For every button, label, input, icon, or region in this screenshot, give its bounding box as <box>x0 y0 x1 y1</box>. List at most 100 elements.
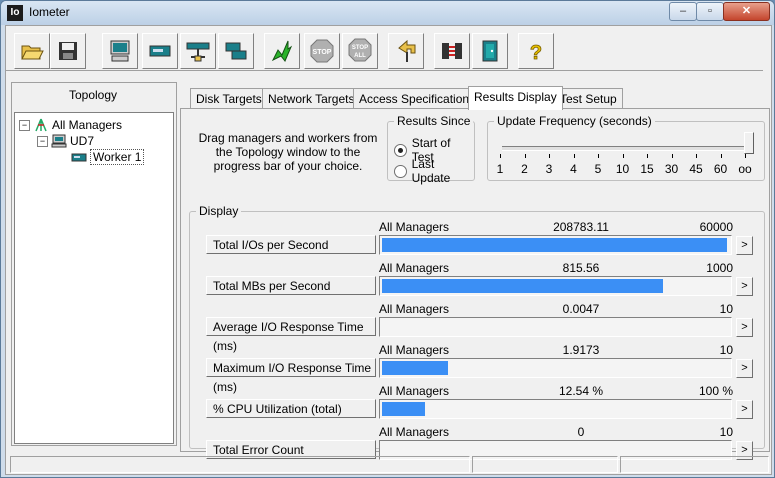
open-config-button[interactable] <box>14 33 50 69</box>
metric-menu-arrow-button[interactable]: > <box>736 318 753 337</box>
slider-tick <box>598 154 599 158</box>
metric-value: 0.0047 <box>562 302 600 316</box>
start-display-manager-icon <box>110 40 130 62</box>
status-bar <box>6 454 771 474</box>
metric-menu-arrow-button[interactable]: > <box>736 277 753 296</box>
exit-icon <box>482 40 498 62</box>
status-cell-main <box>10 456 470 473</box>
about-icon: ? <box>529 42 542 64</box>
stop-all-icon: STOP ALL <box>348 38 372 62</box>
tab-test-setup[interactable]: Test Setup <box>554 88 623 109</box>
duplicate-worker-button[interactable] <box>218 33 254 69</box>
slider-tick <box>696 154 697 158</box>
metric-progress-bar[interactable] <box>379 235 732 255</box>
svg-text:STOP: STOP <box>352 45 368 51</box>
results-display-panel: Drag managers and workers from the Topol… <box>180 108 770 460</box>
tree-item-manager[interactable]: − UD7 <box>37 133 94 149</box>
metric-progress-fill <box>382 279 663 293</box>
window-title: Iometer <box>29 5 70 19</box>
tree-item-label: UD7 <box>70 134 95 148</box>
save-config-button[interactable] <box>50 33 86 69</box>
slider-tick <box>524 154 526 158</box>
metric-value: 0 <box>577 425 585 439</box>
stop-all-button[interactable]: STOP ALL <box>342 33 378 69</box>
disconnect-managers-button[interactable] <box>434 33 470 69</box>
update-frequency-title: Update Frequency (seconds) <box>494 114 655 128</box>
disconnect-managers-icon <box>442 43 462 59</box>
radio-last-update[interactable]: Last Update <box>394 157 474 185</box>
status-cell-middle <box>472 456 618 473</box>
slider-tick <box>622 154 624 158</box>
maximize-button[interactable]: ▫ <box>696 2 724 21</box>
iometer-window: Io Iometer – ▫ ✕ STOP STOP ALL ? Topolog… <box>0 0 775 478</box>
metric-select-button[interactable]: Maximum I/O Response Time (ms) <box>206 358 376 394</box>
slider-tick <box>671 154 673 158</box>
metric-menu-arrow-button[interactable]: > <box>736 236 753 255</box>
about-button[interactable]: ? <box>518 33 554 69</box>
metric-header: All Managers 815.56 1000 <box>379 261 733 275</box>
metric-select-button[interactable]: % CPU Utilization (total) <box>206 399 376 418</box>
slider-tick <box>745 154 746 158</box>
tab-control: Disk Targets Network Targets Access Spec… <box>180 86 770 460</box>
metric-source: All Managers <box>379 384 450 398</box>
metric-progress-bar[interactable] <box>379 358 732 378</box>
stop-button[interactable]: STOP <box>304 33 340 69</box>
metric-progress-bar[interactable] <box>379 317 732 337</box>
metric-max: 10 <box>719 302 733 316</box>
metric-menu-arrow-button[interactable]: > <box>736 400 753 419</box>
slider-tick <box>500 154 501 158</box>
slider-tick <box>720 154 722 158</box>
metric-max: 60000 <box>699 220 733 234</box>
metric-progress-fill <box>382 361 448 375</box>
metric-source: All Managers <box>379 425 450 439</box>
metric-progress-bar[interactable] <box>379 399 732 419</box>
radio-indicator[interactable] <box>394 143 407 157</box>
metric-select-button[interactable]: Total I/Os per Second <box>206 235 376 254</box>
tab-results-display[interactable]: Results Display <box>468 86 563 110</box>
close-button[interactable]: ✕ <box>723 2 770 21</box>
drag-instructions: Drag managers and workers from the Topol… <box>198 131 378 173</box>
tab-access-specifications[interactable]: Access Specifications <box>353 88 482 109</box>
new-disk-worker-icon <box>149 45 171 57</box>
radio-indicator[interactable] <box>394 164 407 178</box>
update-frequency-slider-track[interactable] <box>502 146 750 151</box>
about-icon-text: ? <box>530 42 542 64</box>
metric-select-button[interactable]: Average I/O Response Time (ms) <box>206 317 376 353</box>
reset-workers-icon <box>398 39 416 62</box>
display-group: Display All Managers 208783.11 60000 Total … <box>189 204 765 460</box>
new-disk-worker-button[interactable] <box>142 33 178 69</box>
collapse-toggle[interactable]: − <box>19 119 30 131</box>
slider-tick-label: oo <box>738 162 752 176</box>
update-frequency-slider-thumb[interactable] <box>744 132 754 154</box>
metric-source: All Managers <box>379 220 450 234</box>
minimize-button[interactable]: – <box>669 2 697 21</box>
topology-label: Topology <box>68 88 118 102</box>
metric-header: All Managers 12.54 % 100 % <box>379 384 733 398</box>
metric-header: All Managers 0.0047 10 <box>379 302 733 316</box>
new-network-worker-button[interactable] <box>180 33 216 69</box>
stop-icon: STOP <box>310 39 334 63</box>
topology-tree[interactable]: − All Managers − UD7 Worker 1 <box>14 112 174 444</box>
tree-item-all-managers[interactable]: − All Managers <box>19 117 122 133</box>
manager-computer-icon <box>51 134 67 148</box>
metric-select-button[interactable]: Total MBs per Second <box>206 276 376 295</box>
metric-menu-arrow-button[interactable]: > <box>736 359 753 378</box>
update-frequency-group: Update Frequency (seconds) 1 2 3 4 5 10 15 30 45… <box>487 114 765 181</box>
metric-value: 208783.11 <box>553 220 609 234</box>
metric-max: 10 <box>719 343 733 357</box>
metric-value: 1.9173 <box>562 343 600 357</box>
metric-progress-bar[interactable] <box>379 276 732 296</box>
tree-item-worker[interactable]: Worker 1 <box>71 149 145 165</box>
tab-network-targets[interactable]: Network Targets <box>262 88 361 109</box>
slider-tick <box>573 154 575 158</box>
metric-progress-fill <box>382 238 727 252</box>
title-bar[interactable]: Io Iometer – ▫ ✕ <box>1 1 774 25</box>
exit-button[interactable] <box>472 33 508 69</box>
toolbar: STOP STOP ALL ? <box>10 30 767 70</box>
metric-value: 12.54 % <box>558 384 604 398</box>
start-display-manager-button[interactable] <box>102 33 138 69</box>
reset-workers-button[interactable] <box>388 33 424 69</box>
tab-disk-targets[interactable]: Disk Targets <box>190 88 268 109</box>
collapse-toggle[interactable]: − <box>37 135 48 147</box>
start-test-button[interactable] <box>264 33 300 69</box>
